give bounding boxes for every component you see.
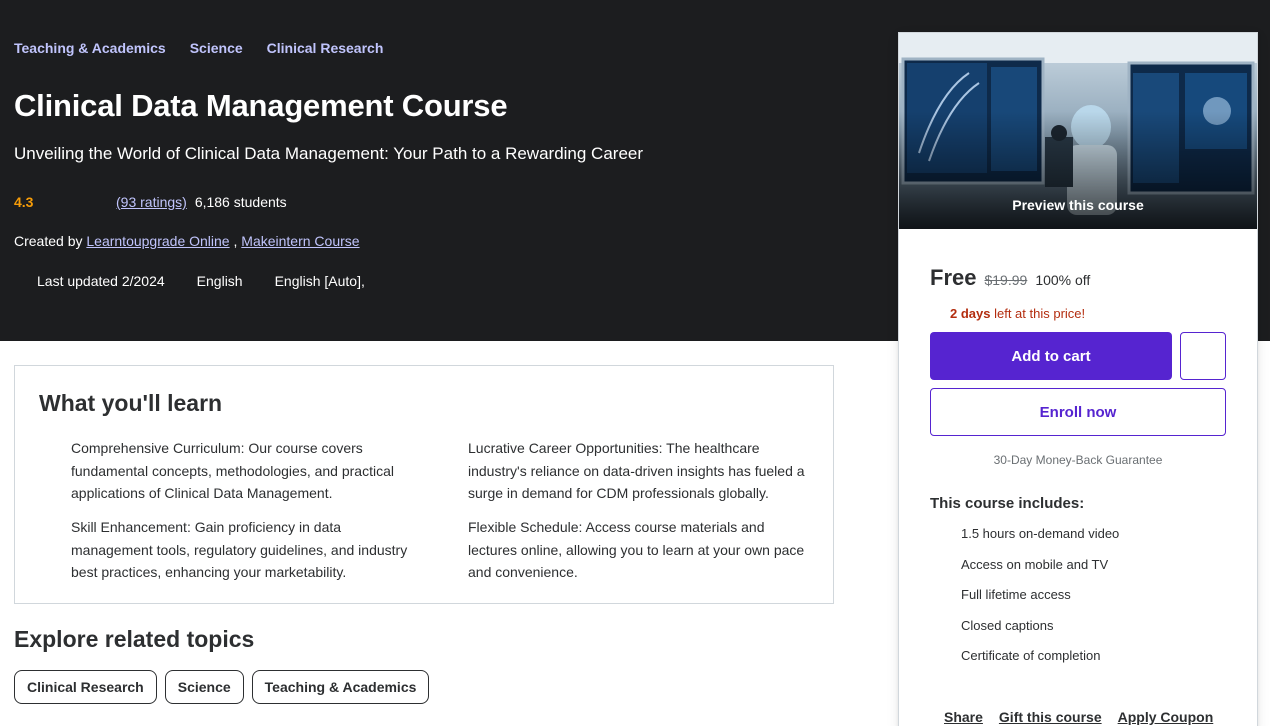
share-row: Share Gift this course Apply Coupon <box>944 709 1213 725</box>
learn-item: Skill Enhancement: Gain proficiency in d… <box>71 516 416 584</box>
check-icon <box>39 518 55 534</box>
topic-chip-teaching-academics[interactable]: Teaching & Academics <box>251 670 430 704</box>
gift-course-link[interactable]: Gift this course <box>999 709 1102 725</box>
instructor-link-learntoupgrade[interactable]: Learntoupgrade Online <box>86 233 229 249</box>
learn-item-text: Skill Enhancement: Gain proficiency in d… <box>71 519 408 580</box>
what-you-learn-title: What you'll learn <box>39 390 223 416</box>
captions: English [Auto], <box>274 273 365 289</box>
course-includes-title: This course includes: <box>930 495 1085 512</box>
add-to-cart-button[interactable]: Add to cart <box>930 332 1172 380</box>
created-by-label: Created by <box>14 233 83 249</box>
price-countdown: 2 days left at this price! <box>950 306 1085 321</box>
learn-item-text: Comprehensive Curriculum: Our course cov… <box>71 440 394 501</box>
enroll-now-button[interactable]: Enroll now <box>930 388 1226 436</box>
price-discount: 100% off <box>1035 272 1091 288</box>
learn-item: Comprehensive Curriculum: Our course cov… <box>71 437 416 505</box>
course-meta-row: Last updated 2/2024 English English [Aut… <box>14 273 365 289</box>
course-preview[interactable]: Preview this course <box>899 33 1257 229</box>
instructor-separator: , <box>229 233 242 249</box>
course-subtitle: Unveiling the World of Clinical Data Man… <box>14 144 644 163</box>
learn-item-text: Flexible Schedule: Access course materia… <box>468 519 805 580</box>
related-topics: Clinical Research Science Teaching & Aca… <box>14 670 430 704</box>
students-count: 6,186 students <box>194 194 287 210</box>
breadcrumb-science[interactable]: Science <box>190 40 243 56</box>
check-icon <box>436 518 452 534</box>
countdown-days: 2 days <box>950 306 991 321</box>
course-page: Teaching & Academics Science Clinical Re… <box>0 0 1270 726</box>
last-updated: Last updated 2/2024 <box>37 273 165 289</box>
includes-item-video: 1.5 hours on-demand video <box>961 526 1120 541</box>
price-row: Free $19.99 100% off <box>930 265 1090 291</box>
rating-value: 4.3 <box>14 194 34 210</box>
check-icon <box>39 439 55 455</box>
course-title: Clinical Data Management Course <box>14 88 508 123</box>
includes-item-captions: Closed captions <box>961 617 1054 633</box>
what-you-learn-box: What you'll learn Comprehensive Curricul… <box>14 365 834 604</box>
rating-row: 4.3 ★★★★★ (93 ratings) 6,186 students <box>14 194 287 210</box>
apply-coupon-link[interactable]: Apply Coupon <box>1118 709 1214 725</box>
ratings-count-link[interactable]: (93 ratings) <box>116 194 187 210</box>
includes-item-lifetime: Full lifetime access <box>961 587 1071 602</box>
learn-item-text: Lucrative Career Opportunities: The heal… <box>468 440 805 501</box>
learn-item: Flexible Schedule: Access course materia… <box>468 516 813 584</box>
instructor-link-makeintern[interactable]: Makeintern Course <box>241 233 359 249</box>
created-by-row: Created by Learntoupgrade Online , Makei… <box>14 233 360 249</box>
purchase-sidebar: Preview this course Free $19.99 100% off… <box>898 32 1258 726</box>
breadcrumb: Teaching & Academics Science Clinical Re… <box>14 40 383 56</box>
topic-chip-science[interactable]: Science <box>164 670 244 704</box>
star-rating-icon: ★★★★★ <box>44 195 116 209</box>
course-includes-list: 1.5 hours on-demand video Access on mobi… <box>961 526 1119 679</box>
breadcrumb-clinical-research[interactable]: Clinical Research <box>267 40 384 56</box>
price-original: $19.99 <box>984 272 1028 288</box>
explore-related-title: Explore related topics <box>14 626 255 652</box>
money-back-guarantee: 30-Day Money-Back Guarantee <box>993 453 1163 467</box>
topic-chip-clinical-research[interactable]: Clinical Research <box>14 670 157 704</box>
preview-course-label: Preview this course <box>1012 197 1144 213</box>
wishlist-button[interactable] <box>1180 332 1226 380</box>
breadcrumb-teaching-academics[interactable]: Teaching & Academics <box>14 40 166 56</box>
learn-item: Lucrative Career Opportunities: The heal… <box>468 437 813 505</box>
includes-item-certificate: Certificate of completion <box>961 648 1101 663</box>
check-icon <box>436 439 452 455</box>
price-current: Free <box>930 265 977 290</box>
language: English <box>196 273 243 289</box>
includes-item-mobile: Access on mobile and TV <box>961 556 1109 572</box>
countdown-text: left at this price! <box>990 306 1086 321</box>
share-link[interactable]: Share <box>944 709 983 725</box>
